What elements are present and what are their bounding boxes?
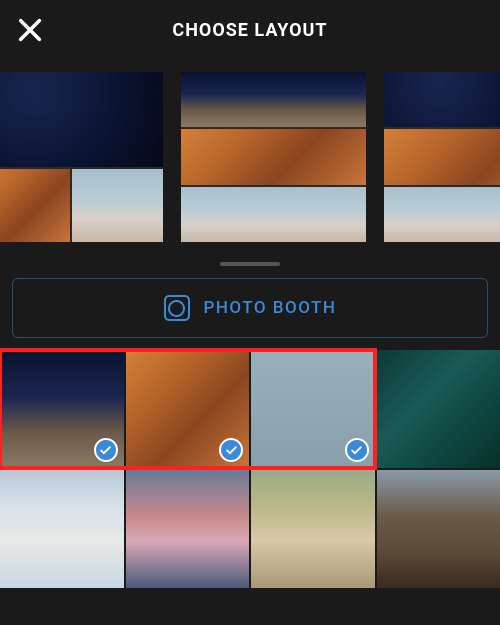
layout-carousel[interactable] xyxy=(0,60,500,254)
photo-thumbnail[interactable] xyxy=(0,470,124,588)
layout-cell xyxy=(0,169,70,242)
check-icon xyxy=(345,438,369,462)
layout-cell xyxy=(181,187,366,242)
layout-option[interactable] xyxy=(181,72,366,242)
photo-thumbnail[interactable] xyxy=(126,350,250,468)
close-icon[interactable] xyxy=(16,16,44,44)
layout-option[interactable] xyxy=(384,72,500,242)
layout-option[interactable] xyxy=(0,72,163,242)
photo-grid xyxy=(0,350,500,588)
photo-thumbnail[interactable] xyxy=(377,350,500,468)
layout-cell xyxy=(181,129,366,184)
layout-cell xyxy=(181,72,366,127)
layout-cell xyxy=(0,72,163,167)
header: CHOOSE LAYOUT xyxy=(0,0,500,60)
photo-thumbnail[interactable] xyxy=(377,470,500,588)
layout-cell xyxy=(384,187,500,242)
photo-booth-button[interactable]: PHOTO BOOTH xyxy=(12,278,488,338)
layout-cell xyxy=(384,129,500,184)
layout-cell xyxy=(384,72,500,127)
check-icon xyxy=(94,438,118,462)
photo-booth-label: PHOTO BOOTH xyxy=(204,298,337,318)
photo-thumbnail[interactable] xyxy=(0,350,124,468)
photo-thumbnail[interactable] xyxy=(251,350,375,468)
camera-icon xyxy=(164,295,190,321)
check-icon xyxy=(219,438,243,462)
carousel-indicator xyxy=(220,262,280,266)
photo-thumbnail[interactable] xyxy=(251,470,375,588)
page-title: CHOOSE LAYOUT xyxy=(16,20,484,41)
photo-thumbnail[interactable] xyxy=(126,470,250,588)
layout-cell xyxy=(72,169,164,242)
